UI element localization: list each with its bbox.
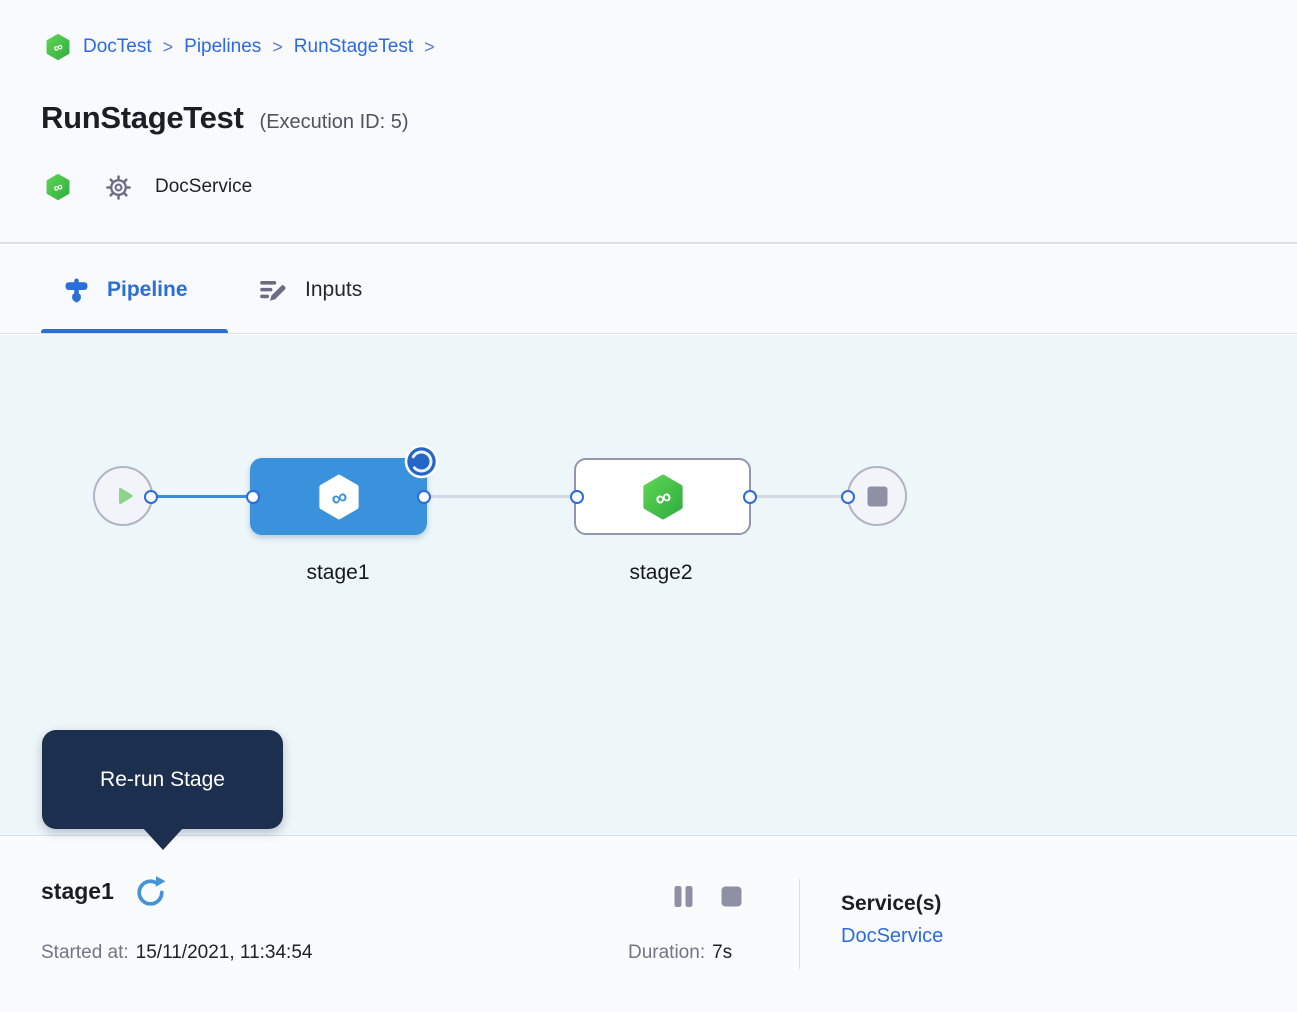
connector-point bbox=[841, 490, 855, 504]
breadcrumb-link-project[interactable]: DocTest bbox=[83, 36, 152, 58]
edge-start-to-stage1 bbox=[151, 495, 253, 498]
edge-stage1-to-stage2 bbox=[424, 495, 577, 498]
breadcrumb-separator: > bbox=[424, 37, 435, 58]
duration-label: Duration: bbox=[628, 942, 705, 963]
tooltip-text: Re-run Stage bbox=[100, 768, 225, 792]
pause-button[interactable] bbox=[672, 885, 695, 908]
running-status-spinner-icon bbox=[404, 444, 439, 479]
execution-header: ∞ DocTest > Pipelines > RunStageTest > R… bbox=[0, 0, 1297, 244]
rerun-stage-tooltip: Re-run Stage bbox=[42, 730, 283, 829]
pipeline-canvas: ∞ ∞ bbox=[0, 335, 1297, 835]
tab-inputs[interactable]: Inputs bbox=[259, 246, 362, 334]
footer-divider bbox=[799, 879, 800, 969]
end-node bbox=[847, 466, 907, 526]
services-section: Service(s) DocService bbox=[841, 892, 943, 948]
gear-icon bbox=[106, 175, 131, 200]
tooltip-arrow bbox=[142, 827, 184, 850]
title-row: RunStageTest (Execution ID: 5) bbox=[41, 100, 408, 136]
harness-logo-icon: ∞ bbox=[44, 173, 72, 201]
services-label: Service(s) bbox=[841, 892, 941, 915]
active-tab-indicator bbox=[41, 329, 228, 333]
breadcrumb-link-pipelines[interactable]: Pipelines bbox=[184, 36, 261, 58]
execution-id-label: (Execution ID: 5) bbox=[260, 111, 409, 134]
stage-label-stage2: stage2 bbox=[591, 561, 731, 585]
breadcrumb-separator: > bbox=[163, 37, 174, 58]
harness-stage-icon: ∞ bbox=[639, 473, 687, 521]
stage-label-stage1: stage1 bbox=[268, 561, 408, 585]
connector-point bbox=[246, 490, 260, 504]
abort-button[interactable] bbox=[721, 886, 742, 907]
started-at-value: 15/11/2021, 11:34:54 bbox=[136, 942, 313, 963]
stop-square-icon bbox=[867, 486, 888, 507]
selected-stage-name: stage1 bbox=[41, 878, 114, 905]
play-icon bbox=[113, 484, 137, 508]
started-at-row: Started at: 15/11/2021, 11:34:54 bbox=[41, 942, 312, 964]
execution-tabs: Pipeline Inputs bbox=[0, 246, 1297, 334]
pause-icon bbox=[672, 896, 695, 911]
stage-details-bar: stage1 Started at: 15/11/2021, 11:34:54 bbox=[0, 835, 1297, 1012]
stage-node-stage1[interactable]: ∞ bbox=[250, 458, 427, 535]
harness-logo-icon: ∞ bbox=[44, 33, 72, 61]
stage-title-row: stage1 bbox=[41, 873, 169, 910]
breadcrumb-separator: > bbox=[272, 37, 283, 58]
tab-pipeline-label: Pipeline bbox=[107, 278, 188, 302]
inputs-pencil-icon bbox=[259, 276, 288, 305]
tab-inputs-label: Inputs bbox=[305, 278, 362, 302]
connector-point bbox=[417, 490, 431, 504]
service-name-label: DocService bbox=[155, 176, 252, 198]
rerun-stage-button[interactable] bbox=[132, 873, 169, 910]
pipeline-execution-page: ∞ DocTest > Pipelines > RunStageTest > R… bbox=[0, 0, 1297, 1012]
page-title: RunStageTest bbox=[41, 100, 244, 136]
service-meta-row: ∞ bbox=[44, 173, 252, 201]
breadcrumb-link-pipeline-name[interactable]: RunStageTest bbox=[294, 36, 413, 58]
tab-pipeline[interactable]: Pipeline bbox=[63, 246, 188, 334]
breadcrumb: ∞ DocTest > Pipelines > RunStageTest > bbox=[44, 33, 435, 61]
stop-icon bbox=[721, 895, 742, 910]
duration-value: 7s bbox=[712, 942, 732, 963]
started-at-label: Started at: bbox=[41, 942, 129, 963]
pipeline-icon bbox=[63, 277, 90, 304]
refresh-icon bbox=[132, 898, 169, 913]
connector-point bbox=[570, 490, 584, 504]
execution-controls bbox=[672, 885, 742, 908]
stage-node-stage2[interactable]: ∞ bbox=[574, 458, 751, 535]
edge-stage2-to-end bbox=[750, 495, 848, 498]
connector-point bbox=[743, 490, 757, 504]
harness-stage-icon: ∞ bbox=[315, 473, 363, 521]
duration-row: Duration: 7s bbox=[628, 942, 732, 964]
service-link[interactable]: DocService bbox=[841, 925, 943, 948]
connector-point bbox=[144, 490, 158, 504]
